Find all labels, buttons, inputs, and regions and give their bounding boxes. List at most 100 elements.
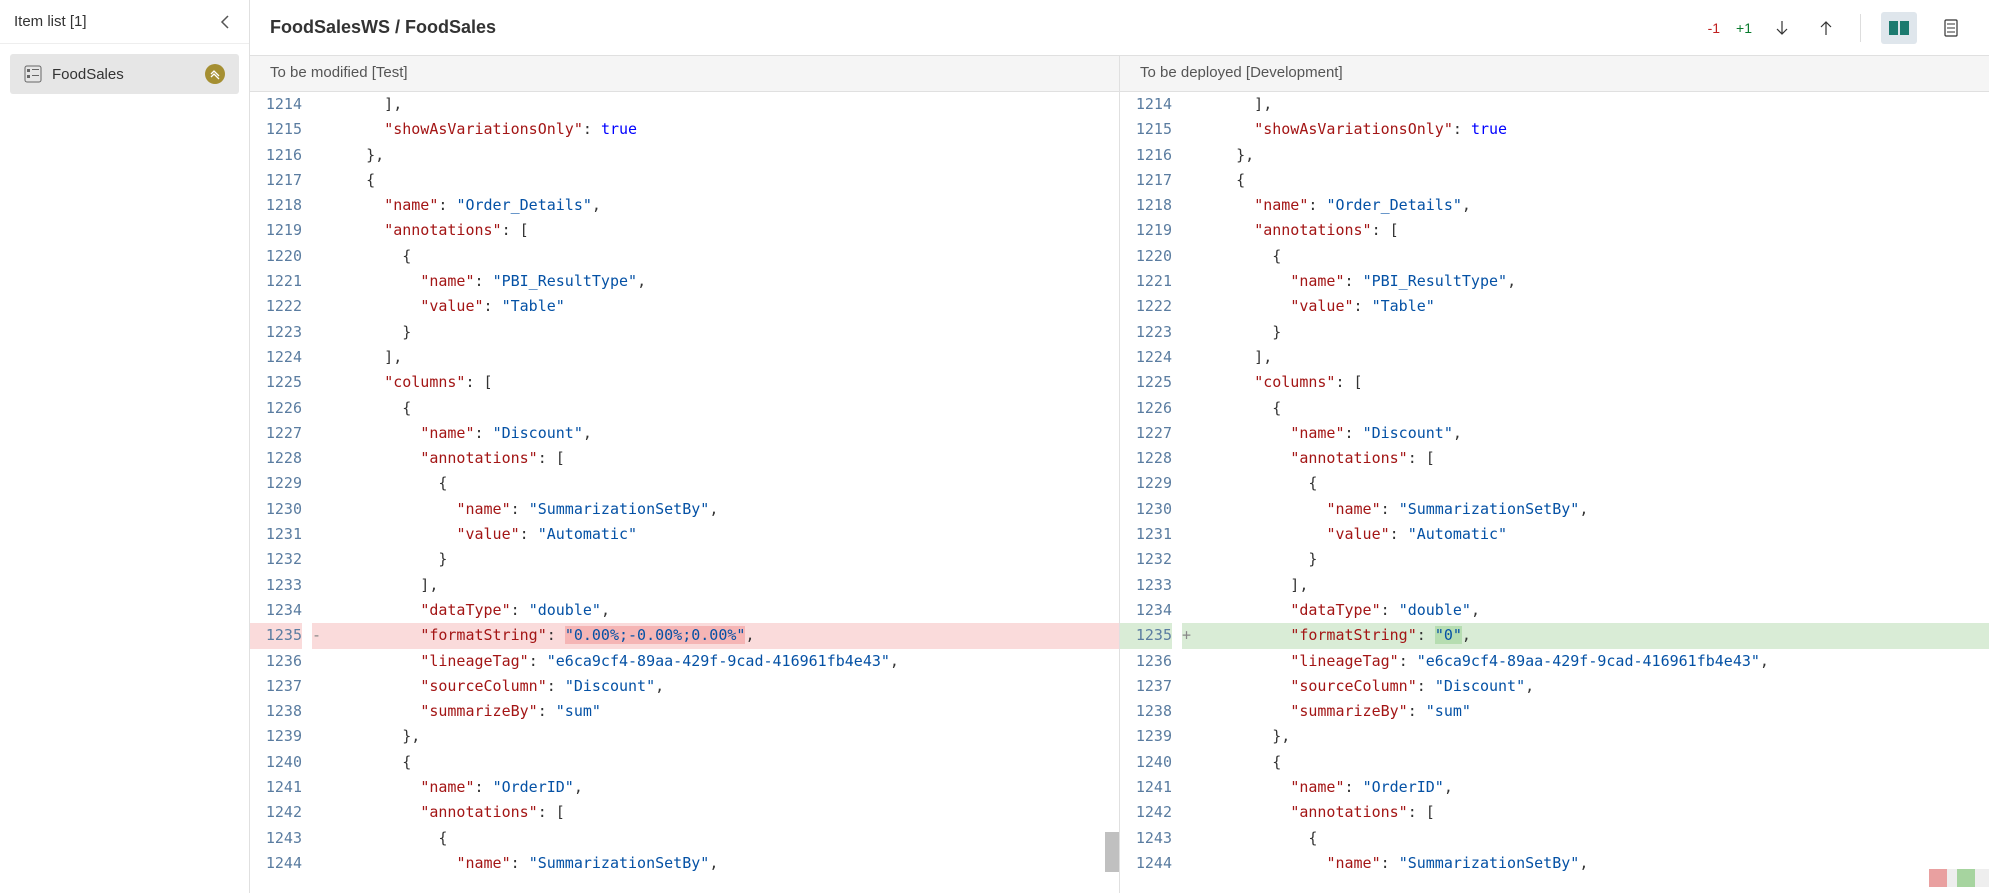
- code-line[interactable]: "summarizeBy": "sum": [1196, 699, 1989, 724]
- code-line[interactable]: "name": "Discount",: [1196, 421, 1989, 446]
- code-right[interactable]: ], "showAsVariationsOnly": true }, { "na…: [1196, 92, 1989, 893]
- inline-view-button[interactable]: [1933, 12, 1969, 44]
- diff-marker: [1182, 320, 1196, 345]
- code-line[interactable]: "lineageTag": "e6ca9cf4-89aa-429f-9cad-4…: [1196, 649, 1989, 674]
- line-number: 1235: [250, 623, 302, 648]
- code-line[interactable]: "sourceColumn": "Discount",: [1196, 674, 1989, 699]
- line-gutter-left: 1214121512161217121812191220122112221223…: [250, 92, 312, 893]
- code-line[interactable]: {: [326, 168, 1119, 193]
- diff-marker: [1182, 699, 1196, 724]
- collapse-sidebar-button[interactable]: [215, 12, 235, 32]
- side-by-side-view-button[interactable]: [1881, 12, 1917, 44]
- code-line[interactable]: "dataType": "double",: [326, 598, 1119, 623]
- code-line[interactable]: "formatString": "0",: [1196, 623, 1989, 648]
- status-modified-icon: [205, 64, 225, 84]
- line-number: 1215: [1120, 117, 1172, 142]
- code-line[interactable]: {: [326, 396, 1119, 421]
- line-number: 1230: [1120, 497, 1172, 522]
- code-line[interactable]: }: [326, 547, 1119, 572]
- code-line[interactable]: ],: [1196, 345, 1989, 370]
- code-line[interactable]: }: [1196, 547, 1989, 572]
- code-line[interactable]: "annotations": [: [326, 446, 1119, 471]
- code-line[interactable]: {: [1196, 244, 1989, 269]
- code-line[interactable]: },: [326, 143, 1119, 168]
- code-line[interactable]: "name": "SummarizationSetBy",: [326, 497, 1119, 522]
- code-line[interactable]: {: [326, 750, 1119, 775]
- line-number: 1223: [250, 320, 302, 345]
- diff-pane-right[interactable]: 1214121512161217121812191220122112221223…: [1119, 92, 1989, 893]
- diff-marker: [312, 244, 326, 269]
- code-line[interactable]: ],: [326, 573, 1119, 598]
- next-diff-button[interactable]: [1768, 14, 1796, 42]
- code-line[interactable]: ],: [1196, 573, 1989, 598]
- code-line[interactable]: "formatString": "0.00%;-0.00%;0.00%",: [326, 623, 1119, 648]
- line-number: 1230: [250, 497, 302, 522]
- main-header: FoodSalesWS / FoodSales -1 +1: [250, 0, 1989, 56]
- diff-marker: +: [1182, 623, 1196, 648]
- code-line[interactable]: "annotations": [: [1196, 218, 1989, 243]
- code-line[interactable]: "name": "Discount",: [326, 421, 1119, 446]
- line-number: 1240: [250, 750, 302, 775]
- code-line[interactable]: "showAsVariationsOnly": true: [1196, 117, 1989, 142]
- code-line[interactable]: {: [1196, 750, 1989, 775]
- code-line[interactable]: "name": "SummarizationSetBy",: [326, 851, 1119, 876]
- code-line[interactable]: {: [1196, 826, 1989, 851]
- code-line[interactable]: {: [326, 471, 1119, 496]
- code-line[interactable]: },: [1196, 724, 1989, 749]
- code-line[interactable]: }: [326, 320, 1119, 345]
- code-line[interactable]: },: [326, 724, 1119, 749]
- diff-marker: [312, 800, 326, 825]
- line-number: 1222: [250, 294, 302, 319]
- code-line[interactable]: "value": "Automatic": [326, 522, 1119, 547]
- code-line[interactable]: "sourceColumn": "Discount",: [326, 674, 1119, 699]
- diff-pane-left[interactable]: 1214121512161217121812191220122112221223…: [250, 92, 1119, 893]
- diff-marker: [312, 775, 326, 800]
- code-line[interactable]: {: [326, 826, 1119, 851]
- code-line[interactable]: "showAsVariationsOnly": true: [326, 117, 1119, 142]
- code-line[interactable]: "dataType": "double",: [1196, 598, 1989, 623]
- code-line[interactable]: "annotations": [: [326, 800, 1119, 825]
- line-number: 1227: [250, 421, 302, 446]
- prev-diff-button[interactable]: [1812, 14, 1840, 42]
- code-line[interactable]: "name": "Order_Details",: [326, 193, 1119, 218]
- left-pane-title: To be modified [Test]: [250, 56, 1119, 91]
- code-line[interactable]: "annotations": [: [326, 218, 1119, 243]
- code-line[interactable]: {: [1196, 396, 1989, 421]
- code-line[interactable]: }: [1196, 320, 1989, 345]
- arrow-up-icon: [1819, 20, 1833, 36]
- code-line[interactable]: "name": "SummarizationSetBy",: [1196, 497, 1989, 522]
- code-line[interactable]: "name": "SummarizationSetBy",: [1196, 851, 1989, 876]
- code-line[interactable]: "name": "OrderID",: [1196, 775, 1989, 800]
- code-line[interactable]: },: [1196, 143, 1989, 168]
- line-number: 1236: [250, 649, 302, 674]
- code-line[interactable]: "name": "Order_Details",: [1196, 193, 1989, 218]
- code-line[interactable]: ],: [326, 345, 1119, 370]
- line-number: 1217: [250, 168, 302, 193]
- code-line[interactable]: "name": "PBI_ResultType",: [326, 269, 1119, 294]
- diff-minimap[interactable]: [1929, 869, 1989, 887]
- sidebar-item-foodsales[interactable]: FoodSales: [10, 54, 239, 94]
- scrollbar-thumb[interactable]: [1105, 832, 1119, 872]
- code-line[interactable]: "value": "Table": [1196, 294, 1989, 319]
- line-number: 1228: [250, 446, 302, 471]
- code-line[interactable]: "lineageTag": "e6ca9cf4-89aa-429f-9cad-4…: [326, 649, 1119, 674]
- code-line[interactable]: {: [1196, 471, 1989, 496]
- code-line[interactable]: {: [326, 244, 1119, 269]
- code-line[interactable]: "columns": [: [1196, 370, 1989, 395]
- code-line[interactable]: ],: [1196, 92, 1989, 117]
- code-left[interactable]: ], "showAsVariationsOnly": true }, { "na…: [326, 92, 1119, 893]
- code-line[interactable]: "annotations": [: [1196, 800, 1989, 825]
- sidebar-title: Item list [1]: [14, 13, 87, 30]
- code-line[interactable]: "value": "Automatic": [1196, 522, 1989, 547]
- line-number: 1244: [1120, 851, 1172, 876]
- code-line[interactable]: {: [1196, 168, 1989, 193]
- code-line[interactable]: "value": "Table": [326, 294, 1119, 319]
- code-line[interactable]: ],: [326, 92, 1119, 117]
- code-line[interactable]: "columns": [: [326, 370, 1119, 395]
- diff-marker: [1182, 117, 1196, 142]
- line-number: 1218: [1120, 193, 1172, 218]
- code-line[interactable]: "summarizeBy": "sum": [326, 699, 1119, 724]
- code-line[interactable]: "name": "PBI_ResultType",: [1196, 269, 1989, 294]
- code-line[interactable]: "annotations": [: [1196, 446, 1989, 471]
- code-line[interactable]: "name": "OrderID",: [326, 775, 1119, 800]
